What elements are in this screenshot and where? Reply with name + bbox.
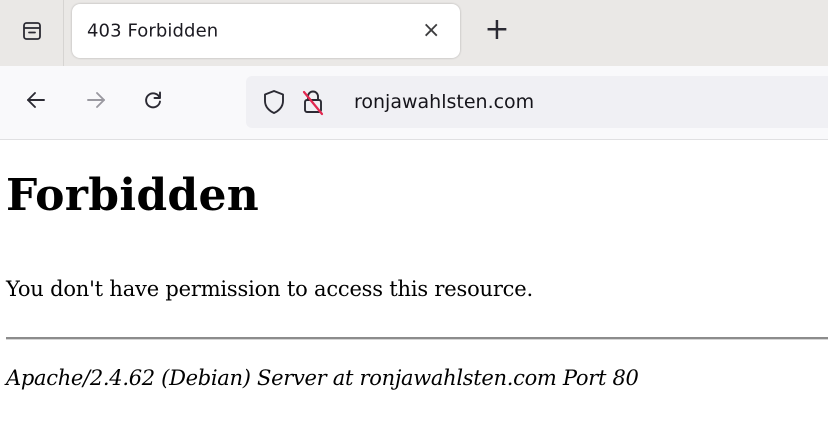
tab-active[interactable]: 403 Forbidden × [72,4,460,58]
error-message: You don't have permission to access this… [6,277,533,301]
tab-strip: 403 Forbidden × + [0,0,828,66]
page-content: Forbidden You don't have permission to a… [0,140,828,425]
address-bar[interactable]: ronjawahlsten.com [246,76,828,128]
list-all-tabs-button[interactable] [0,0,64,66]
server-signature: Apache/2.4.62 (Debian) Server at ronjawa… [6,366,639,390]
horizontal-rule [6,337,828,340]
tab-tray-icon [22,21,42,45]
reload-icon [142,89,164,115]
url-text[interactable]: ronjawahlsten.com [354,91,534,113]
insecure-lock-icon[interactable] [300,88,326,120]
tab-close-icon[interactable]: × [422,20,440,42]
reload-button[interactable] [135,84,171,120]
page-title: Forbidden [6,170,260,221]
back-button[interactable] [18,84,54,120]
navigation-toolbar: ronjawahlsten.com [0,66,828,140]
shield-icon[interactable] [262,89,286,119]
new-tab-button[interactable]: + [480,10,514,50]
tab-title: 403 Forbidden [87,20,219,42]
plus-icon: + [484,12,510,47]
forward-button[interactable] [78,84,114,120]
arrow-right-icon [85,89,107,115]
arrow-left-icon [25,89,47,115]
